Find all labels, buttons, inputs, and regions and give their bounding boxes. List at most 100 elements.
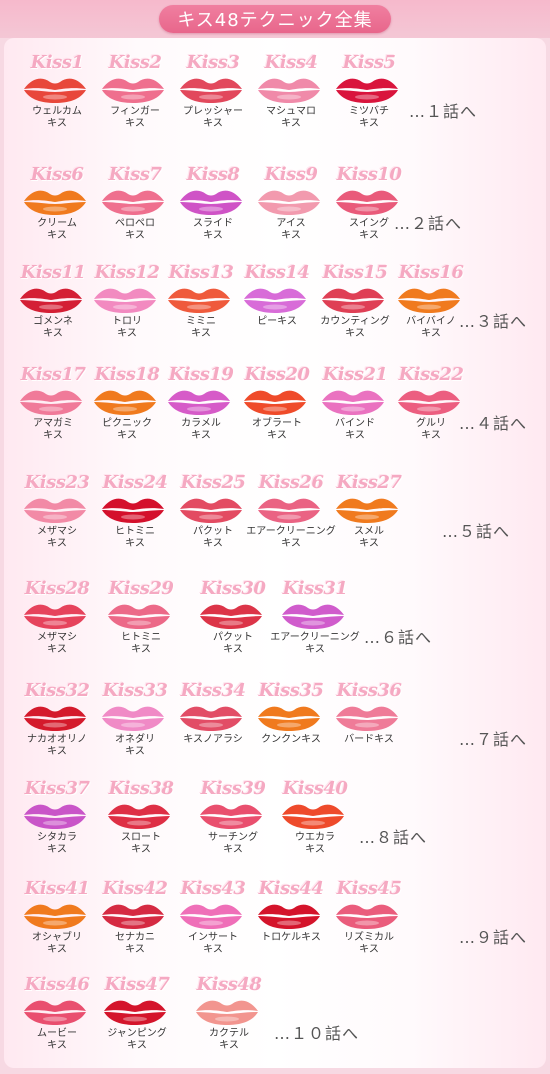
lips-icon xyxy=(94,288,156,313)
kiss-row: Kiss11 ゴメンネ キス Kiss12 トロリ キス Kiss13 ミミニ キス Kis… xyxy=(4,262,550,362)
episode-link[interactable]: …７話へ xyxy=(459,726,527,750)
lips-icon xyxy=(20,390,82,415)
kiss-item[interactable]: Kiss11 ゴメンネ キス xyxy=(12,262,94,362)
kiss-item[interactable]: Kiss48 カクテル キス xyxy=(188,974,270,1074)
kiss-item[interactable]: Kiss40 ウエカラ キス xyxy=(274,778,356,878)
lips-icon xyxy=(94,390,156,415)
episode-link[interactable]: …１話へ xyxy=(409,98,477,122)
kiss-item[interactable]: Kiss33 オネダリ キス xyxy=(94,680,176,780)
lips-icon xyxy=(102,78,164,103)
kiss-number: Kiss33 xyxy=(102,680,168,701)
kiss-item[interactable]: Kiss18 ピクニック キス xyxy=(86,364,168,464)
kiss-row: Kiss6 クリーム キス Kiss7 ペロペロ キス Kiss8 スライド キス Kiss… xyxy=(4,164,550,264)
kiss-item[interactable]: Kiss34 キスノアラシ xyxy=(172,680,254,780)
kiss-item[interactable]: Kiss46 ムービー キス xyxy=(16,974,98,1074)
kiss-item[interactable]: Kiss47 ジャンピング キス xyxy=(96,974,178,1074)
kiss-item[interactable]: Kiss25 パクット キス xyxy=(172,472,254,572)
episode-link[interactable]: …５話へ xyxy=(442,518,510,542)
kiss-item[interactable]: Kiss41 オシャブリ キス xyxy=(16,878,98,978)
kiss-item[interactable]: Kiss21 バインド キス xyxy=(314,364,396,464)
lips-icon xyxy=(24,1000,86,1025)
kiss-item[interactable]: Kiss35 クンクンキス xyxy=(250,680,332,780)
kiss-item[interactable]: Kiss37 シタカラ キス xyxy=(16,778,98,878)
kiss-row: Kiss46 ムービー キス Kiss47 ジャンピング キス Kiss48 カクテル キ… xyxy=(4,974,550,1074)
lips-icon xyxy=(258,706,320,731)
lips-icon xyxy=(322,288,384,313)
kiss-item[interactable]: Kiss43 インサート キス xyxy=(172,878,254,978)
kiss-item[interactable]: Kiss2 フィンガー キス xyxy=(94,52,176,152)
kiss-item[interactable]: Kiss29 ヒトミニ キス xyxy=(100,578,182,678)
kiss-number: Kiss48 xyxy=(196,974,262,995)
kiss-item[interactable]: Kiss32 ナカオオリノ キス xyxy=(16,680,98,780)
kiss-number: Kiss13 xyxy=(168,262,234,283)
kiss-item[interactable]: Kiss15 カウンティング キス xyxy=(314,262,396,362)
kiss-item[interactable]: Kiss4 マシュマロ キス xyxy=(250,52,332,152)
lips-icon xyxy=(24,706,86,731)
episode-link[interactable]: …１０話へ xyxy=(274,1020,359,1044)
lips-icon xyxy=(336,190,398,215)
lips-icon xyxy=(24,78,86,103)
kiss-item[interactable]: Kiss27 スメル キス xyxy=(328,472,410,572)
kiss-item[interactable]: Kiss44 トロケルキス xyxy=(250,878,332,978)
kiss-number: Kiss20 xyxy=(244,364,310,385)
kiss-number: Kiss23 xyxy=(24,472,90,493)
kiss-number: Kiss18 xyxy=(94,364,160,385)
kiss-number: Kiss24 xyxy=(102,472,168,493)
episode-link[interactable]: …８話へ xyxy=(359,824,427,848)
lips-icon xyxy=(180,190,242,215)
kiss-item[interactable]: Kiss39 サーチング キス xyxy=(192,778,274,878)
lips-icon xyxy=(104,1000,166,1025)
kiss-item[interactable]: Kiss24 ヒトミニ キス xyxy=(94,472,176,572)
kiss-number: Kiss17 xyxy=(20,364,86,385)
episode-link[interactable]: …９話へ xyxy=(459,924,527,948)
kiss-number: Kiss21 xyxy=(322,364,388,385)
lips-icon xyxy=(24,804,86,829)
kiss-item[interactable]: Kiss8 スライド キス xyxy=(172,164,254,264)
kiss-item[interactable]: Kiss3 プレッシャー キス xyxy=(172,52,254,152)
lips-icon xyxy=(398,288,460,313)
lips-icon xyxy=(24,904,86,929)
episode-link[interactable]: …４話へ xyxy=(459,410,527,434)
kiss-item[interactable]: Kiss17 アマガミ キス xyxy=(12,364,94,464)
lips-icon xyxy=(398,390,460,415)
lips-icon xyxy=(180,498,242,523)
kiss-item[interactable]: Kiss30 パクット キス xyxy=(192,578,274,678)
kiss-number: Kiss7 xyxy=(108,164,162,185)
kiss-item[interactable]: Kiss36 バードキス xyxy=(328,680,410,780)
kiss-name: スロート キス xyxy=(121,832,161,855)
kiss-name: リズミカル キス xyxy=(344,932,394,955)
kiss-item[interactable]: Kiss26 エアークリーニング キス xyxy=(246,472,335,572)
kiss-item[interactable]: Kiss31 エアークリーニング キス xyxy=(270,578,359,678)
kiss-item[interactable]: Kiss9 アイス キス xyxy=(250,164,332,264)
lips-icon xyxy=(24,604,86,629)
kiss-item[interactable]: Kiss7 ペロペロ キス xyxy=(94,164,176,264)
kiss-number: Kiss22 xyxy=(398,364,464,385)
kiss-row: Kiss41 オシャブリ キス Kiss42 セナカニ キス Kiss43 インサート キ… xyxy=(4,878,550,978)
kiss-item[interactable]: Kiss12 トロリ キス xyxy=(86,262,168,362)
kiss-item[interactable]: Kiss13 ミミニ キス xyxy=(160,262,242,362)
kiss-item[interactable]: Kiss19 カラメル キス xyxy=(160,364,242,464)
episode-link[interactable]: …２話へ xyxy=(394,210,462,234)
lips-icon xyxy=(20,288,82,313)
kiss-number: Kiss27 xyxy=(336,472,402,493)
lips-icon xyxy=(108,604,170,629)
episode-link[interactable]: …６話へ xyxy=(364,624,432,648)
kiss-number: Kiss4 xyxy=(264,52,318,73)
kiss-row: Kiss37 シタカラ キス Kiss38 スロート キス Kiss39 サーチング キス… xyxy=(4,778,550,878)
kiss-number: Kiss46 xyxy=(24,974,90,995)
kiss-item[interactable]: Kiss1 ウェルカム キス xyxy=(16,52,98,152)
kiss-number: Kiss9 xyxy=(264,164,318,185)
episode-link[interactable]: …３話へ xyxy=(459,308,527,332)
kiss-item[interactable]: Kiss42 セナカニ キス xyxy=(94,878,176,978)
lips-icon xyxy=(336,78,398,103)
kiss-item[interactable]: Kiss20 オブラート キス xyxy=(236,364,318,464)
kiss-item[interactable]: Kiss45 リズミカル キス xyxy=(328,878,410,978)
page-title: キス48テクニック全集 xyxy=(159,5,391,33)
kiss-item[interactable]: Kiss14 ピーキス xyxy=(236,262,318,362)
kiss-item[interactable]: Kiss28 メザマシ キス xyxy=(16,578,98,678)
kiss-item[interactable]: Kiss5 ミツバチ キス xyxy=(328,52,410,152)
kiss-item[interactable]: Kiss6 クリーム キス xyxy=(16,164,98,264)
kiss-item[interactable]: Kiss38 スロート キス xyxy=(100,778,182,878)
kiss-number: Kiss12 xyxy=(94,262,160,283)
kiss-item[interactable]: Kiss23 メザマシ キス xyxy=(16,472,98,572)
